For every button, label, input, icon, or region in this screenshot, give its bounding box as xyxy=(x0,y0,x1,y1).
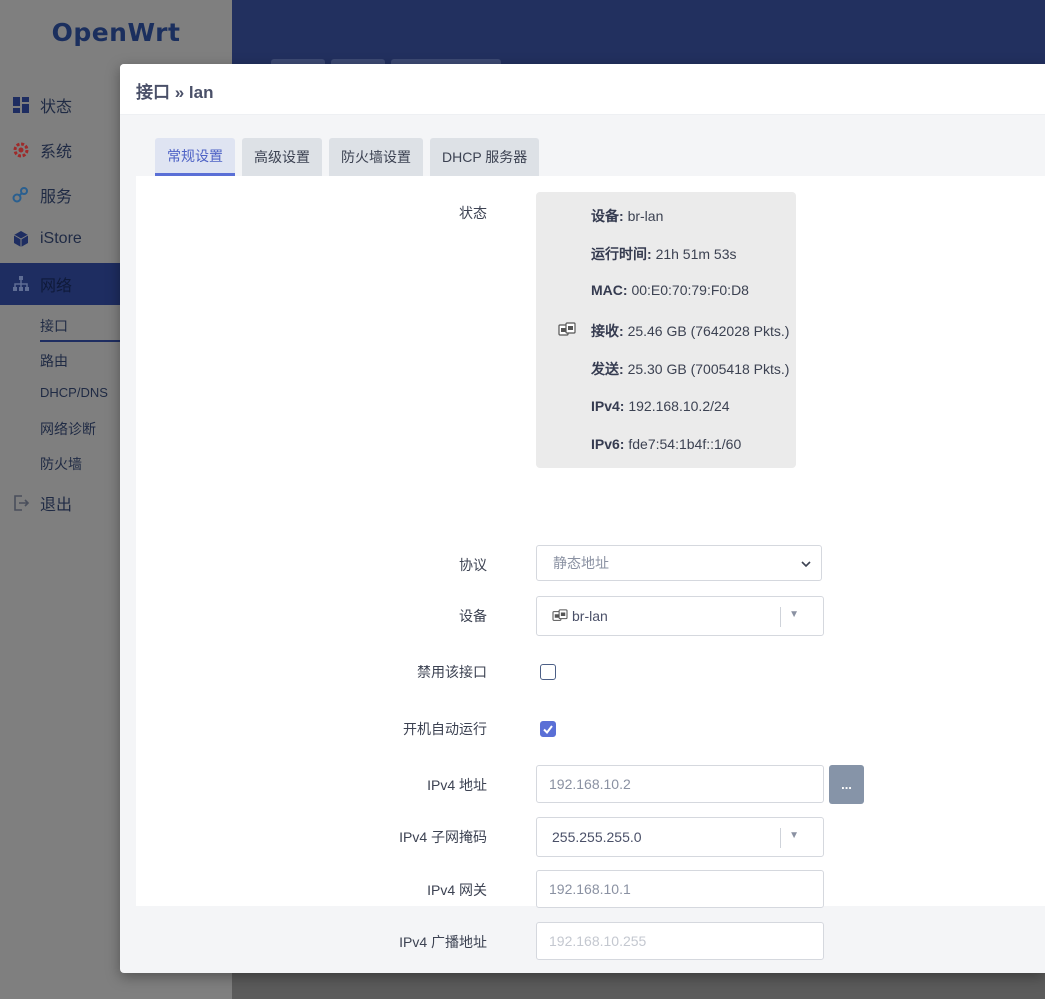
ipv4-address-more-button[interactable]: ... xyxy=(829,765,864,804)
chevron-down-icon xyxy=(801,555,811,571)
network-icon xyxy=(12,275,30,293)
status-mac-key: MAC: xyxy=(591,282,628,298)
ipv4-gateway-label: IPv4 网关 xyxy=(427,882,487,898)
combobox-divider xyxy=(780,607,781,627)
device-label: 设备 xyxy=(459,608,487,624)
status-uptime-key: 运行时间: xyxy=(591,246,652,262)
brand-logo[interactable]: OpenWrt xyxy=(0,18,232,47)
tab-firewall-settings[interactable]: 防火墙设置 xyxy=(329,138,423,176)
gear-icon xyxy=(12,141,30,159)
status-rx-value: 25.46 GB (7642028 Pkts.) xyxy=(627,323,790,339)
dashboard-icon xyxy=(12,96,30,114)
ipv4-netmask-value: 255.255.255.0 xyxy=(552,829,642,845)
dropdown-arrow-icon[interactable]: ▼ xyxy=(789,830,799,841)
ipv4-address-label: IPv4 地址 xyxy=(427,777,487,793)
status-mac-value: 00:E0:70:79:F0:D8 xyxy=(631,282,749,298)
modal-tabs: 常规设置 高级设置 防火墙设置 DHCP 服务器 xyxy=(155,138,546,176)
services-icon xyxy=(12,186,30,204)
sidebar-item-label: iStore xyxy=(40,230,82,247)
sidebar-item-label: 网络 xyxy=(40,278,73,295)
submenu-item-interfaces[interactable]: 接口 xyxy=(40,316,68,336)
cube-icon xyxy=(12,230,30,248)
general-settings-panel: 状态 设备: br-lan 运行时间: 21h 51m 53s MAC: 00:… xyxy=(136,176,1045,960)
tab-general-settings[interactable]: 常规设置 xyxy=(155,138,235,176)
status-tx: 发送: 25.30 GB (7005418 Pkts.) xyxy=(591,359,789,379)
dropdown-arrow-icon[interactable]: ▼ xyxy=(789,609,799,620)
autostart-label: 开机自动运行 xyxy=(403,721,487,737)
protocol-label: 协议 xyxy=(459,557,487,573)
status-device: 设备: br-lan xyxy=(591,206,663,226)
status-ipv4-value: 192.168.10.2/24 xyxy=(628,398,730,414)
interface-edit-modal: 接口 » lan 常规设置 高级设置 防火墙设置 DHCP 服务器 状态 设备:… xyxy=(120,64,1045,973)
ipv4-netmask-combobox[interactable]: 255.255.255.0 ▼ xyxy=(536,817,824,857)
status-uptime-value: 21h 51m 53s xyxy=(655,246,737,262)
status-tx-key: 发送: xyxy=(591,361,624,377)
disable-interface-label: 禁用该接口 xyxy=(417,664,487,680)
modal-title: 接口 » lan xyxy=(136,83,214,102)
submenu-item-routes[interactable]: 路由 xyxy=(40,351,68,371)
device-combobox-value-wrap: br-lan xyxy=(552,608,608,624)
status-ipv6-key: IPv6: xyxy=(591,436,625,452)
device-combobox-value: br-lan xyxy=(572,608,608,624)
disable-interface-checkbox[interactable] xyxy=(540,664,556,680)
status-label: 状态 xyxy=(459,205,487,221)
ipv4-broadcast-input[interactable]: 192.168.10.255 xyxy=(536,922,824,960)
ethernet-port-icon xyxy=(552,609,568,623)
sidebar-item-label: 服务 xyxy=(40,189,73,206)
sidebar-item-label: 退出 xyxy=(40,497,73,514)
status-ipv6-value: fde7:54:1b4f::1/60 xyxy=(628,436,742,452)
submenu-item-dhcp-dns[interactable]: DHCP/DNS xyxy=(40,385,108,400)
status-rx: 接收: 25.46 GB (7642028 Pkts.) xyxy=(591,321,789,341)
sidebar-item-label: 状态 xyxy=(40,99,73,116)
ipv4-address-input[interactable]: 192.168.10.2 xyxy=(536,765,824,803)
submenu-item-firewall[interactable]: 防火墙 xyxy=(40,454,82,474)
ipv4-netmask-label: IPv4 子网掩码 xyxy=(399,829,487,845)
ipv4-gateway-input[interactable]: 192.168.10.1 xyxy=(536,870,824,908)
submenu-active-indicator xyxy=(40,340,120,342)
sidebar-item-label: 系统 xyxy=(40,144,73,161)
status-uptime: 运行时间: 21h 51m 53s xyxy=(591,244,737,264)
logout-icon xyxy=(12,494,30,512)
status-mac: MAC: 00:E0:70:79:F0:D8 xyxy=(591,282,749,298)
status-rx-key: 接收: xyxy=(591,323,624,339)
device-combobox[interactable]: br-lan ▼ xyxy=(536,596,824,636)
ethernet-port-icon xyxy=(558,322,576,343)
protocol-select[interactable]: 静态地址 xyxy=(536,545,822,581)
status-ipv4-key: IPv4: xyxy=(591,398,625,414)
status-box: 设备: br-lan 运行时间: 21h 51m 53s MAC: 00:E0:… xyxy=(536,192,796,468)
status-ipv4: IPv4: 192.168.10.2/24 xyxy=(591,398,730,414)
protocol-select-value: 静态地址 xyxy=(553,555,609,571)
status-device-value: br-lan xyxy=(627,208,664,224)
tab-advanced-settings[interactable]: 高级设置 xyxy=(242,138,322,176)
top-header xyxy=(232,0,1045,65)
combobox-divider xyxy=(780,828,781,848)
checkmark-icon xyxy=(543,724,553,734)
status-tx-value: 25.30 GB (7005418 Pkts.) xyxy=(627,361,790,377)
submenu-item-diagnostics[interactable]: 网络诊断 xyxy=(40,419,96,439)
ipv4-broadcast-label: IPv4 广播地址 xyxy=(399,934,487,950)
status-ipv6: IPv6: fde7:54:1b4f::1/60 xyxy=(591,436,741,452)
tab-dhcp-server[interactable]: DHCP 服务器 xyxy=(430,138,540,176)
modal-header: 接口 » lan xyxy=(120,64,1045,115)
autostart-checkbox[interactable] xyxy=(540,721,556,737)
status-device-key: 设备: xyxy=(591,208,624,224)
